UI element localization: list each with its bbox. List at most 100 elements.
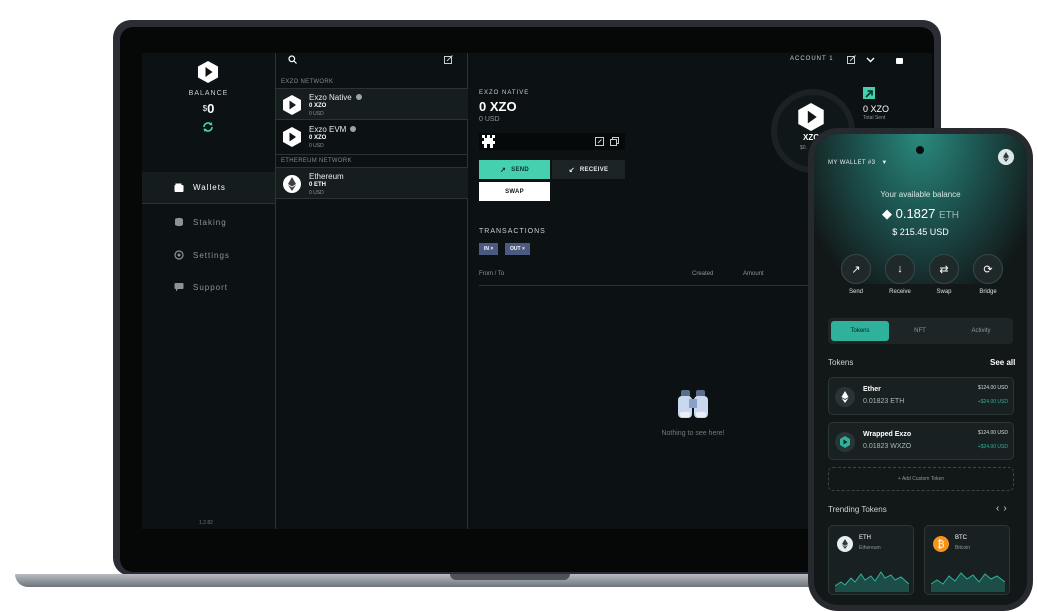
- wallet-amount: 0 XZO: [309, 103, 327, 109]
- chat-icon: [174, 283, 184, 292]
- balance-label: BALANCE: [188, 90, 229, 97]
- send-action[interactable]: ↗ Send: [840, 254, 872, 295]
- external-link-icon[interactable]: [847, 55, 856, 64]
- ethereum-network-icon[interactable]: [998, 149, 1014, 165]
- column-header-amount[interactable]: Amount: [743, 271, 764, 277]
- token-usd: $124.00 USD: [977, 430, 1008, 436]
- account-selector[interactable]: ACCOUNT 1: [790, 56, 834, 62]
- column-header-from-to[interactable]: From / To: [479, 271, 504, 277]
- laptop-notch: [450, 574, 570, 580]
- wallet-name: MY WALLET #3: [828, 160, 876, 166]
- wallet-item-ethereum[interactable]: Ethereum 0 ETH 0 USD: [276, 167, 468, 199]
- arrow-up-right-icon: [863, 87, 875, 99]
- wallet-usd: 0 USD: [309, 190, 324, 196]
- token-change: +$24.00 USD: [977, 444, 1008, 450]
- token-card-wrapped-exzo[interactable]: Wrapped Exzo 0.01823 WXZO $124.00 USD +$…: [828, 422, 1014, 460]
- balance-amount: ◆ 0.1827 ETH: [814, 206, 1027, 222]
- wallet-item-exzo-native[interactable]: Exzo Native 0 XZO 0 USD: [276, 88, 468, 120]
- arrow-down-icon: ↓: [885, 254, 915, 284]
- trending-name: Ethereum: [859, 545, 881, 551]
- tab-nft[interactable]: NFT: [891, 321, 949, 341]
- send-button[interactable]: ↗ SEND: [479, 160, 550, 179]
- wallet-detail-label: EXZO NATIVE: [479, 90, 530, 96]
- receive-label: RECEIVE: [579, 166, 609, 173]
- sidebar-item-support[interactable]: Support: [142, 271, 275, 303]
- trending-symbol: BTC: [955, 535, 967, 541]
- open-icon[interactable]: [595, 137, 604, 146]
- balance-value: 0.1827: [895, 206, 936, 221]
- swap-button[interactable]: SWAP: [479, 182, 550, 201]
- camera-notch: [916, 146, 924, 154]
- tab-bar: Tokens NFT Activity: [828, 318, 1013, 344]
- copy-icon[interactable]: [610, 137, 619, 146]
- wallet-detail-usd: 0 USD: [479, 116, 500, 123]
- filter-chip-in[interactable]: IN ×: [479, 243, 499, 255]
- receive-button[interactable]: ↙ RECEIVE: [552, 160, 625, 179]
- mobile-app-screen: MY WALLET #3 ▼ Your available balance ◆ 0…: [814, 134, 1027, 605]
- token-amount: 0.01823 ETH: [863, 398, 905, 405]
- trending-card-eth[interactable]: ETH Ethereum: [828, 525, 914, 595]
- wallet-amount: 0 XZO: [309, 135, 327, 141]
- divider: [479, 285, 819, 286]
- ethereum-logo-icon: [835, 387, 855, 407]
- sidebar-item-wallets[interactable]: Wallets: [142, 172, 275, 204]
- token-name: Ether: [863, 386, 881, 393]
- token-change: +$24.00 USD: [977, 399, 1008, 405]
- sidebar-item-label: Support: [193, 282, 229, 292]
- network-label-exzo: EXZO NETWORK: [281, 79, 334, 85]
- column-header-created[interactable]: Created: [692, 271, 713, 277]
- bridge-action[interactable]: ⟳ Bridge: [972, 254, 1004, 295]
- balance-usd: $ 215.45 USD: [892, 227, 949, 237]
- balance-value: $0: [142, 100, 275, 118]
- token-card-ether[interactable]: Ether 0.01823 ETH $124.00 USD +$24.00 US…: [828, 377, 1014, 415]
- carousel-arrows[interactable]: ‹›: [996, 503, 1011, 514]
- exzo-logo-icon: [283, 127, 301, 147]
- swap-label: SWAP: [505, 188, 524, 195]
- total-sent-label: Total Sent: [863, 115, 886, 121]
- tab-activity[interactable]: Activity: [952, 321, 1010, 341]
- external-link-icon[interactable]: [444, 55, 453, 64]
- exzo-logo-icon: [835, 432, 855, 452]
- trending-card-btc[interactable]: ₿ BTC Bitcoin: [924, 525, 1010, 595]
- arrow-up-right-icon: ↗: [841, 254, 871, 284]
- svg-text:₿: ₿: [937, 539, 944, 551]
- ethereum-logo-icon: [837, 536, 853, 552]
- sidebar-item-label: Staking: [193, 217, 227, 227]
- tab-tokens[interactable]: Tokens: [831, 321, 889, 341]
- wallet-usd: 0 USD: [309, 111, 324, 117]
- transactions-title: TRANSACTIONS: [479, 228, 546, 235]
- trending-symbol: ETH: [859, 535, 871, 541]
- sidebar-item-settings[interactable]: Settings: [142, 239, 275, 271]
- info-icon[interactable]: [355, 94, 362, 100]
- token-amount: 0.01823 WXZO: [863, 443, 912, 450]
- wallet-selector[interactable]: MY WALLET #3 ▼: [828, 160, 888, 166]
- refresh-icon[interactable]: [202, 121, 214, 133]
- trending-name: Bitcoin: [955, 545, 971, 551]
- tokens-heading: Tokens: [828, 358, 854, 367]
- info-icon[interactable]: [350, 126, 357, 132]
- chevron-down-icon[interactable]: [866, 55, 875, 64]
- exzo-logo-icon: [283, 95, 301, 115]
- swap-action[interactable]: ⇄ Swap: [928, 254, 960, 295]
- wallet-item-exzo-evm[interactable]: Exzo EVM 0 XZO 0 USD: [276, 121, 468, 153]
- search-icon[interactable]: [288, 55, 297, 64]
- sidebar-item-staking[interactable]: Staking: [142, 206, 275, 238]
- add-custom-token-button[interactable]: + Add Custom Token: [828, 467, 1014, 491]
- token-name: Wrapped Exzo: [863, 431, 912, 438]
- action-label: Receive: [889, 289, 911, 295]
- chevron-right-icon[interactable]: ›: [1003, 503, 1010, 514]
- lock-icon[interactable]: [895, 55, 904, 64]
- exzo-logo-icon: [798, 103, 824, 131]
- wallet-name: Exzo EVM: [309, 125, 347, 134]
- wallet-name: Exzo Native: [309, 93, 352, 102]
- binoculars-icon: [678, 390, 708, 418]
- receive-action[interactable]: ↓ Receive: [884, 254, 916, 295]
- filter-chip-out[interactable]: OUT ×: [505, 243, 530, 255]
- sidebar-item-label: Settings: [193, 250, 230, 260]
- eth-diamond-icon: ◆: [882, 206, 896, 221]
- token-usd: $124.00 USD: [977, 385, 1008, 391]
- exzo-logo-icon: [198, 61, 218, 83]
- wallet-icon: [174, 183, 184, 192]
- identicon-icon: [481, 134, 496, 149]
- see-all-link[interactable]: See all: [990, 358, 1015, 367]
